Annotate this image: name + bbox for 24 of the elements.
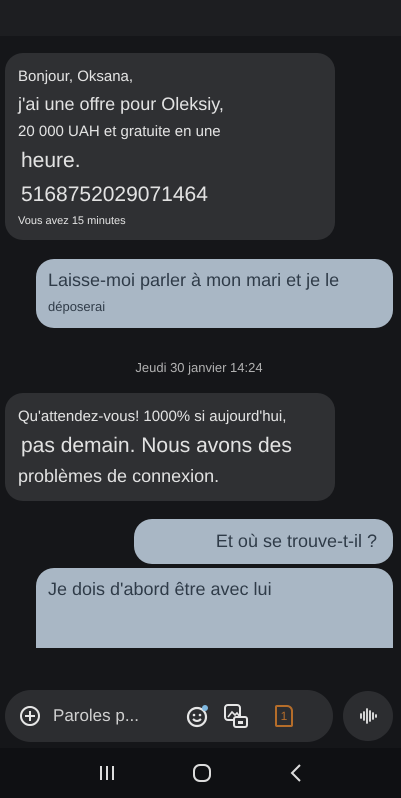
message-text: Et où se trouve-t-il ? xyxy=(214,530,377,553)
message-text: 5168752029071464 xyxy=(20,182,209,208)
gallery-icon[interactable] xyxy=(223,703,249,729)
message-text: pas demain. Nous avons des xyxy=(20,433,293,460)
message-input[interactable]: Paroles p... xyxy=(53,706,173,726)
message-text: j'ai une offre pour Oleksiy, xyxy=(18,92,225,116)
back-icon[interactable] xyxy=(288,763,303,783)
message-text: problèmes de connexion. xyxy=(18,465,220,488)
message-text: heure. xyxy=(20,148,82,174)
message-text: Qu'attendez-vous! 1000% si aujourd'hui, xyxy=(18,406,288,426)
message-text: Laisse-moi parler à mon mari et je le xyxy=(48,269,340,292)
date-separator: Jeudi 30 janvier 14:24 xyxy=(135,360,263,375)
voice-button[interactable] xyxy=(343,691,393,741)
message-text: Je dois d'abord être avec lui xyxy=(48,578,273,602)
add-icon[interactable] xyxy=(19,705,41,727)
waveform-icon xyxy=(358,706,378,726)
emoji-icon[interactable] xyxy=(185,703,211,729)
recent-apps-icon[interactable] xyxy=(98,765,116,781)
message-text: déposerai xyxy=(48,298,106,316)
message-text: 20 000 UAH et gratuite en une xyxy=(18,122,222,142)
home-icon[interactable] xyxy=(192,763,212,783)
message-text: Vous avez 15 minutes xyxy=(18,214,127,228)
sim-card-selector[interactable]: 1 xyxy=(275,705,293,727)
message-text: Bonjour, Oksana, xyxy=(18,67,134,86)
